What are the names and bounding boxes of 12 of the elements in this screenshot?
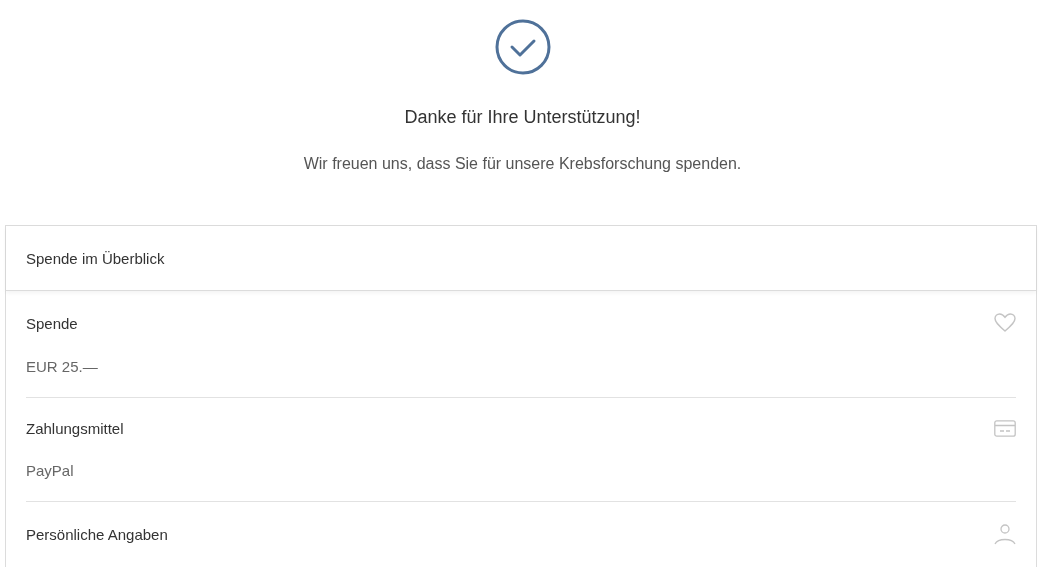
heart-icon: [994, 313, 1016, 333]
person-icon: [994, 524, 1016, 545]
section-label: Zahlungsmittel: [26, 420, 124, 437]
section-value: PayPal: [26, 462, 75, 479]
section-label: Spende: [26, 314, 78, 332]
confirmation-title: Danke für Ihre Unterstützung!: [404, 107, 641, 128]
section-value: EUR 25.—: [26, 358, 99, 375]
section-label: Persönliche Angaben: [26, 526, 168, 543]
confirmation-message: Wir freuen uns, dass Sie für unsere Krebsforschung spenden.: [303, 155, 742, 173]
credit-card-icon: [994, 420, 1016, 437]
summary-title: Spende im Überblick: [26, 249, 165, 267]
checkmark-circle-icon: [494, 19, 551, 75]
